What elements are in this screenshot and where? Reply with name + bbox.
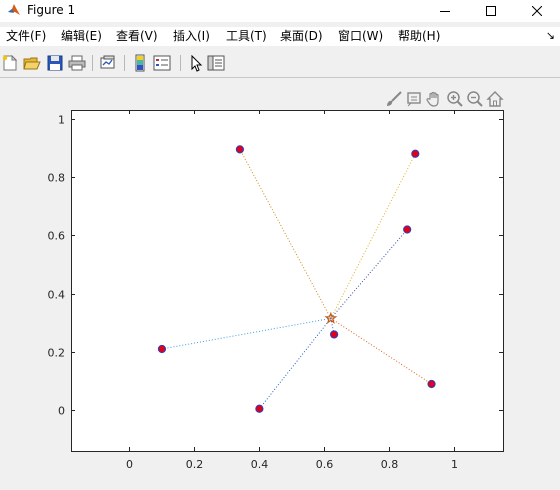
menu-edit[interactable]: 编辑(E) <box>61 29 102 44</box>
link-plot-icon[interactable] <box>99 54 117 72</box>
x-tick-label: 0.4 <box>251 458 269 471</box>
maximize-icon <box>486 6 496 16</box>
minimize-button[interactable] <box>422 0 468 22</box>
data-point <box>235 145 245 154</box>
title-bar: Figure 1 <box>0 0 560 22</box>
y-tick-label: 1 <box>58 114 65 127</box>
x-tick-label: 0.8 <box>381 458 399 471</box>
toolbar-separator <box>92 55 93 71</box>
x-tick-label: 0 <box>126 458 133 471</box>
y-tick-label: 0.8 <box>48 172 66 185</box>
data-point <box>329 330 339 339</box>
save-icon[interactable] <box>46 54 64 72</box>
data-point <box>157 344 167 354</box>
x-tick-label: 0.2 <box>186 458 204 471</box>
y-tick-label: 0.4 <box>48 289 66 302</box>
edit-plot-arrow-icon[interactable] <box>187 54 205 72</box>
new-figure-icon[interactable] <box>1 54 19 72</box>
matlab-logo-icon <box>8 4 20 15</box>
colorbar-icon[interactable] <box>131 54 149 72</box>
toolbar-separator <box>180 55 181 71</box>
x-tick-label: 0.6 <box>316 458 334 471</box>
menu-insert[interactable]: 插入(I) <box>173 29 210 44</box>
menu-file[interactable]: 文件(F) <box>6 29 46 44</box>
minimize-icon <box>440 11 450 12</box>
menu-help[interactable]: 帮助(H) <box>398 29 440 44</box>
menu-window[interactable]: 窗口(W) <box>338 29 383 44</box>
y-tick-label: 0.2 <box>48 347 66 360</box>
property-inspector-icon[interactable] <box>207 54 225 72</box>
plot-axes[interactable]: 0 0.2 0.4 0.6 0.8 1 0 0.2 0.4 0.6 0.8 1 <box>0 78 560 490</box>
menu-tools[interactable]: 工具(T) <box>226 29 267 44</box>
menu-desktop[interactable]: 桌面(D) <box>280 29 323 44</box>
data-point <box>255 404 264 413</box>
toolbar-separator <box>124 55 125 71</box>
figure-toolbar <box>0 50 560 78</box>
dock-arrow-icon[interactable]: ↘ <box>546 29 555 42</box>
axes-background <box>71 110 504 452</box>
close-icon <box>532 6 542 16</box>
open-file-icon[interactable] <box>23 54 41 72</box>
menu-bar: 文件(F) 编辑(E) 查看(V) 插入(I) 工具(T) 桌面(D) 窗口(W… <box>0 27 560 46</box>
close-button[interactable] <box>514 0 560 22</box>
menu-view[interactable]: 查看(V) <box>116 29 158 44</box>
legend-icon[interactable] <box>153 54 171 72</box>
print-icon[interactable] <box>68 54 86 72</box>
figure-canvas: 0 0.2 0.4 0.6 0.8 1 0 0.2 0.4 0.6 0.8 1 <box>0 78 560 490</box>
data-point <box>403 225 412 234</box>
figure-window: Figure 1 文件(F) 编辑(E) 查看(V) 插入(I) 工具(T) 桌… <box>0 0 560 490</box>
data-point <box>411 149 420 158</box>
data-point <box>427 379 436 389</box>
maximize-button[interactable] <box>468 0 514 22</box>
y-tick-label: 0.6 <box>48 230 66 243</box>
y-tick-label: 0 <box>58 405 65 418</box>
window-title: Figure 1 <box>27 3 76 17</box>
x-tick-label: 1 <box>451 458 458 471</box>
